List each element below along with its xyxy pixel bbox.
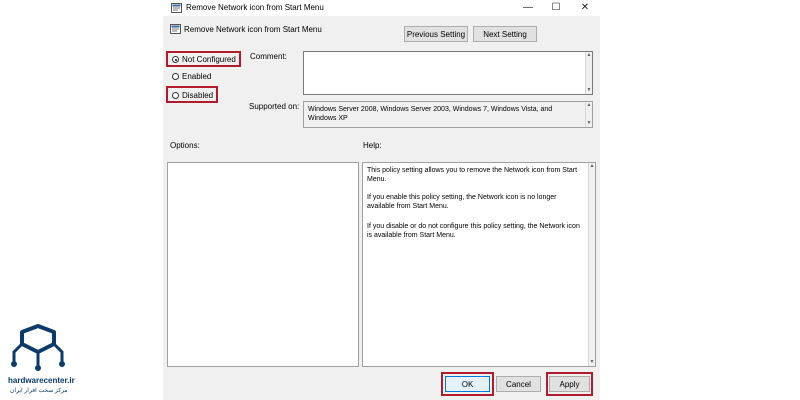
scroll-down-icon[interactable]: ▼ [586, 120, 592, 127]
minimize-button[interactable]: — [516, 0, 540, 14]
close-button[interactable]: ✕ [573, 0, 597, 14]
circuit-logo-icon [11, 324, 65, 371]
policy-name: Remove Network icon from Start Menu [184, 25, 322, 34]
help-text-2: If you enable this policy setting, the N… [367, 194, 557, 210]
options-label: Options: [170, 141, 200, 150]
watermark-name: hardwarecenter.ir [8, 376, 75, 385]
help-panel: This policy setting allows you to remove… [362, 162, 596, 367]
cancel-button[interactable]: Cancel [496, 376, 541, 392]
supported-scrollbar[interactable]: ▲ ▼ [585, 102, 592, 127]
help-text-1: This policy setting allows you to remove… [367, 167, 578, 183]
scroll-down-icon[interactable]: ▼ [589, 359, 595, 366]
radio-unselected-icon [172, 73, 179, 80]
title-bar: Remove Network icon from Start Menu — ☐ … [163, 0, 600, 16]
help-scrollbar[interactable]: ▲ ▼ [588, 163, 595, 366]
radio-enabled-label: Enabled [182, 72, 212, 81]
radio-enabled[interactable]: Enabled [172, 72, 211, 81]
next-setting-button[interactable]: Next Setting [473, 26, 537, 42]
radio-not-configured[interactable]: Not Configured [172, 55, 236, 64]
supported-on-box: Windows Server 2008, Windows Server 2003… [303, 101, 593, 128]
radio-disabled-label: Disabled [182, 91, 214, 100]
scroll-up-icon[interactable]: ▲ [589, 163, 595, 170]
supported-on-value: Windows Server 2008, Windows Server 2003… [308, 106, 553, 122]
radio-unselected-icon [172, 92, 179, 99]
radio-selected-icon [172, 56, 179, 63]
previous-setting-button[interactable]: Previous Setting [404, 26, 468, 42]
comment-scrollbar[interactable]: ▲ ▼ [585, 52, 592, 94]
radio-not-configured-label: Not Configured [182, 55, 236, 64]
ok-button[interactable]: OK [445, 376, 490, 392]
apply-button[interactable]: Apply [549, 376, 590, 392]
radio-disabled[interactable]: Disabled [172, 91, 213, 100]
help-text-3: If you disable or do not configure this … [367, 223, 580, 239]
comment-textarea[interactable]: ▲ ▼ [303, 51, 593, 95]
scroll-up-icon[interactable]: ▲ [586, 52, 592, 59]
policy-icon-header [170, 24, 181, 36]
watermark-logo [8, 322, 68, 374]
scroll-up-icon[interactable]: ▲ [586, 102, 592, 109]
supported-on-label: Supported on: [249, 102, 300, 111]
maximize-button[interactable]: ☐ [544, 0, 568, 14]
options-panel [167, 162, 359, 367]
window-title: Remove Network icon from Start Menu [186, 3, 324, 12]
watermark-tagline: مرکز سخت افزار ایران [10, 388, 68, 394]
scroll-down-icon[interactable]: ▼ [586, 87, 592, 94]
comment-label: Comment: [250, 52, 287, 61]
policy-icon [171, 3, 182, 15]
help-label: Help: [363, 141, 382, 150]
